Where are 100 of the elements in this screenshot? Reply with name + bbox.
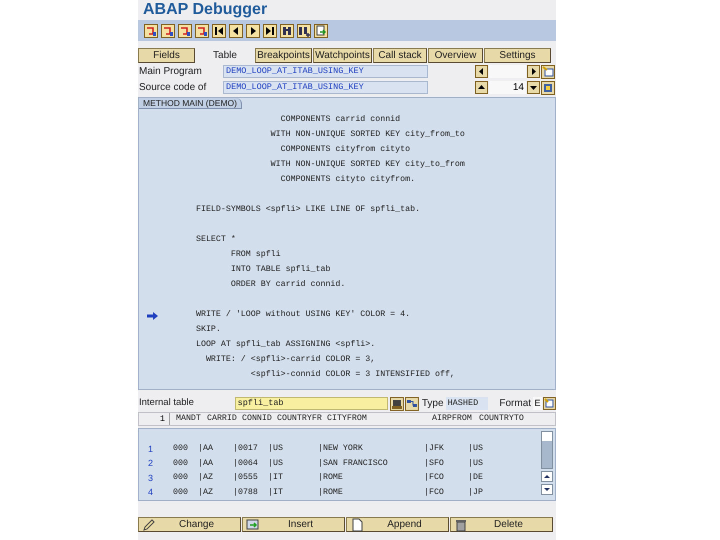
code-line: WRITE / 'LOOP without USING KEY' COLOR = 4. bbox=[196, 309, 410, 322]
code-line: <spfli>-connid COLOR = 3 INTENSIFIED off, bbox=[250, 369, 455, 382]
code-line: COMPONENTS carrid connid bbox=[280, 114, 400, 126]
code-line: COMPONENTS cityfrom cityto bbox=[280, 144, 410, 156]
table-cell-text: |SAN FRANCISCO bbox=[318, 458, 389, 470]
window-title: ABAP Debugger bbox=[142, 0, 268, 19]
code-line: INTO TABLE spfli_tab bbox=[230, 264, 330, 276]
table-cell-text: |AA bbox=[198, 443, 214, 456]
table-cell-text: |IT bbox=[268, 486, 284, 499]
scroll-down-icon[interactable] bbox=[541, 484, 553, 495]
tab[interactable]: Settings bbox=[484, 48, 551, 63]
code-line: WRITE: / <spfli>-carrid COLOR = 3, bbox=[204, 354, 376, 366]
next-icon[interactable] bbox=[527, 65, 540, 78]
column-header: COUNTRYFR bbox=[277, 412, 323, 425]
table-cell-text: |SFO bbox=[424, 458, 445, 470]
field-label: Main Program bbox=[138, 65, 203, 79]
column-header: CITYFROM bbox=[327, 412, 368, 425]
code-line: SKIP. bbox=[196, 324, 221, 336]
insert-row-icon bbox=[246, 518, 260, 532]
tab[interactable]: Call stack bbox=[373, 48, 427, 63]
program-field[interactable]: DEMO_LOOP_AT_ITAB_USING_KEY bbox=[223, 65, 428, 78]
row-number: 4 bbox=[147, 486, 154, 499]
scroll-up-icon[interactable] bbox=[541, 471, 553, 482]
scroll-down-icon[interactable] bbox=[527, 81, 540, 94]
action-button[interactable]: Delete bbox=[450, 517, 553, 532]
column-header: MANDT bbox=[176, 412, 202, 425]
row-counter: 1 bbox=[139, 412, 170, 426]
panel-title: METHOD MAIN (DEMO) bbox=[139, 98, 242, 109]
table-cell-text: |ROME bbox=[318, 472, 344, 484]
input-field[interactable] bbox=[489, 65, 526, 78]
table-cell-text: 000 bbox=[173, 458, 189, 470]
action-button[interactable]: Insert bbox=[242, 517, 345, 532]
monitor-icon[interactable] bbox=[390, 396, 404, 410]
table-cell-text: |IT bbox=[268, 472, 284, 484]
table-cell-text: |ROME bbox=[318, 486, 344, 499]
table-name-field[interactable]: spfli_tab bbox=[234, 397, 388, 410]
next-icon[interactable] bbox=[246, 24, 260, 38]
column-header: CARRID bbox=[207, 412, 238, 425]
column-header: CONNID bbox=[242, 412, 273, 425]
previous-icon[interactable] bbox=[475, 65, 488, 78]
table-cell-text: |AZ bbox=[198, 486, 214, 499]
tab[interactable]: Fields bbox=[138, 48, 195, 63]
code-line: COMPONENTS cityto cityfrom. bbox=[280, 174, 416, 186]
last-page-icon[interactable] bbox=[263, 24, 277, 38]
action-button[interactable]: Append bbox=[346, 517, 449, 532]
table-cell-text: |0788 bbox=[233, 486, 259, 499]
tab[interactable]: Table bbox=[196, 48, 254, 63]
table-cell-text: |NEW YORK bbox=[318, 443, 364, 456]
trash-icon bbox=[454, 518, 468, 532]
scrollbar[interactable] bbox=[541, 431, 553, 469]
code-line: FIELD-SYMBOLS <spfli> LIKE LINE OF spfli_tab. bbox=[196, 204, 420, 216]
column-header: AIRPFROM bbox=[432, 412, 473, 425]
code-line: LOOP AT spfli_tab ASSIGNING <spfli>. bbox=[196, 339, 376, 352]
type-field: HASHED bbox=[446, 397, 488, 410]
previous-icon[interactable] bbox=[229, 24, 243, 38]
table-cell-text: |JP bbox=[468, 486, 484, 499]
row-number: 2 bbox=[147, 457, 154, 470]
table-cell-text: |US bbox=[468, 443, 484, 456]
code-line: FROM spfli bbox=[230, 249, 281, 262]
field-label: Source code of bbox=[138, 81, 208, 95]
scroll-thumb[interactable] bbox=[542, 441, 552, 468]
hierarchy-icon[interactable] bbox=[404, 396, 419, 410]
binoculars-plus-icon[interactable] bbox=[297, 24, 311, 38]
program-field[interactable]: DEMO_LOOP_AT_ITAB_USING_KEY bbox=[223, 81, 428, 94]
table-cell-text: |US bbox=[268, 443, 284, 456]
row-number: 3 bbox=[147, 472, 154, 484]
first-page-icon[interactable] bbox=[212, 24, 226, 38]
tab[interactable]: Breakpoints bbox=[255, 48, 312, 63]
table-cell-text: |JFK bbox=[424, 443, 445, 456]
table-cell-text: |0064 bbox=[233, 458, 259, 470]
display-icon[interactable] bbox=[541, 80, 555, 94]
field-label: Type bbox=[422, 397, 444, 411]
table-cell-text: |AZ bbox=[198, 472, 214, 484]
action-button[interactable]: Change bbox=[138, 517, 241, 532]
binoculars-icon[interactable] bbox=[280, 24, 294, 38]
format-field[interactable]: E bbox=[533, 397, 542, 410]
table-cell-text: |AA bbox=[198, 458, 214, 470]
export-icon[interactable] bbox=[314, 24, 328, 38]
table-cell-text: |FCO bbox=[424, 472, 445, 484]
field-label: Internal table bbox=[138, 396, 195, 410]
document-icon bbox=[350, 518, 364, 532]
column-header: COUNTRYTO bbox=[479, 412, 525, 425]
table-cell-text: |US bbox=[468, 458, 484, 470]
tab[interactable]: Overview bbox=[428, 48, 483, 63]
pencil-icon bbox=[142, 518, 156, 532]
table-cell-text: |DE bbox=[468, 472, 484, 484]
code-line: WITH NON-UNIQUE SORTED KEY city_from_to bbox=[270, 129, 465, 142]
table-cell-text: |0017 bbox=[233, 443, 259, 456]
field-label: Format bbox=[499, 397, 532, 411]
table-cell-text: |FCO bbox=[424, 486, 445, 499]
code-line: WITH NON-UNIQUE SORTED KEY city_to_from bbox=[270, 159, 465, 172]
tab[interactable]: Watchpoints bbox=[313, 48, 372, 63]
row-number: 1 bbox=[147, 442, 154, 456]
table-cell-text: |0555 bbox=[233, 472, 259, 484]
code-line: ORDER BY carrid connid. bbox=[230, 279, 346, 292]
line-number-field[interactable]: 14 bbox=[489, 81, 526, 94]
table-cell-text: 000 bbox=[173, 472, 189, 484]
scroll-up-icon[interactable] bbox=[475, 81, 488, 94]
table-cell-text: 000 bbox=[173, 443, 189, 456]
table-cell-text: |US bbox=[268, 458, 284, 470]
